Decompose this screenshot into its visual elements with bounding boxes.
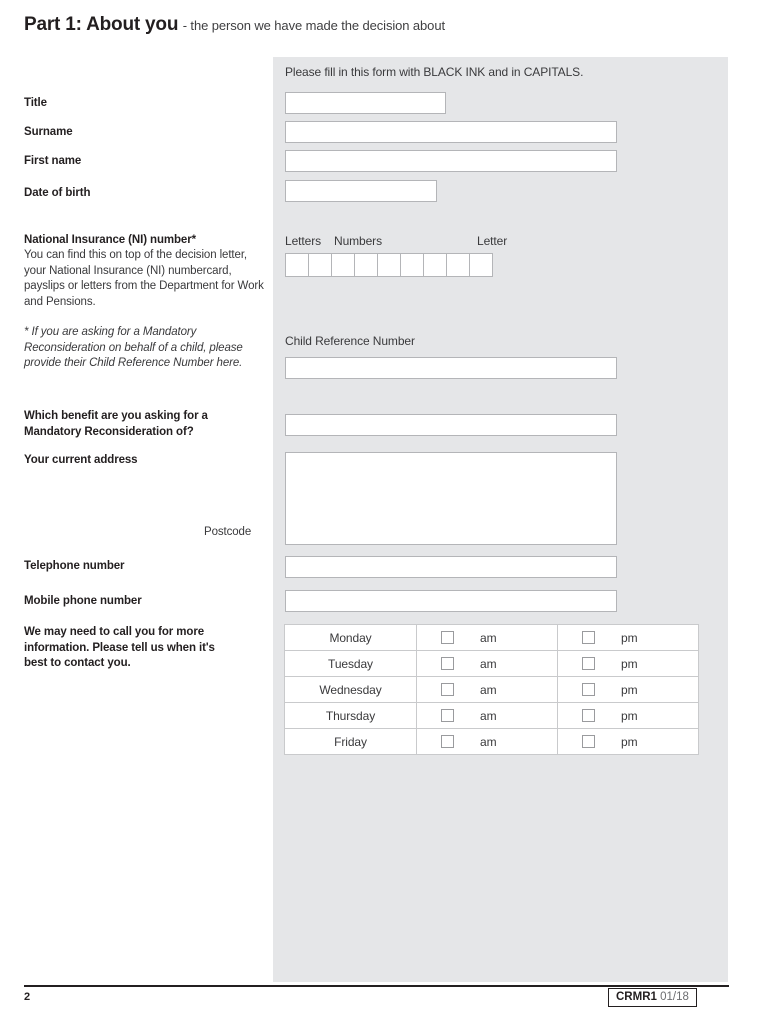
checkbox-thursday-pm[interactable] [582, 709, 595, 722]
slot-cell-wednesday-pm: pm [557, 676, 699, 703]
checkbox-thursday-am[interactable] [441, 709, 454, 722]
ni-number-box-4[interactable] [354, 253, 378, 277]
ni-number-box-6[interactable] [400, 253, 424, 277]
form-page: Part 1: About you - the person we have m… [0, 0, 770, 1024]
mobile-label: Mobile phone number [24, 595, 142, 607]
telephone-label: Telephone number [24, 560, 125, 572]
contact-times-label-line2: information. Please tell us when it's [24, 641, 215, 654]
checkbox-monday-am[interactable] [441, 631, 454, 644]
table-row: Thursday am pm [284, 702, 699, 729]
ni-number-boxes[interactable] [285, 253, 493, 277]
table-row: Friday am pm [284, 728, 699, 755]
day-label-friday: Friday [284, 728, 417, 755]
slot-cell-thursday-am: am [416, 702, 558, 729]
slot-cell-monday-pm: pm [557, 624, 699, 651]
page-subtitle: - the person we have made the decision a… [182, 18, 445, 33]
ni-number-label: National Insurance (NI) number* [24, 234, 196, 246]
slot-cell-wednesday-am: am [416, 676, 558, 703]
checkbox-tuesday-am[interactable] [441, 657, 454, 670]
form-version: 01/18 [660, 991, 689, 1003]
slot-cell-tuesday-am: am [416, 650, 558, 677]
page-title: Part 1: About you [24, 14, 179, 35]
table-row: Monday am pm [284, 624, 699, 651]
slot-cell-thursday-pm: pm [557, 702, 699, 729]
checkbox-friday-pm[interactable] [582, 735, 595, 748]
ni-letters-label: Letters [285, 234, 321, 248]
table-row: Wednesday am pm [284, 676, 699, 703]
slot-label-am: am [480, 734, 497, 749]
slot-cell-monday-am: am [416, 624, 558, 651]
first-name-label: First name [24, 155, 82, 167]
title-label: Title [24, 97, 47, 109]
first-name-input[interactable] [285, 150, 617, 172]
ni-number-box-9[interactable] [469, 253, 493, 277]
table-row: Tuesday am pm [284, 650, 699, 677]
benefit-input[interactable] [285, 414, 617, 436]
slot-label-pm: pm [621, 708, 638, 723]
slot-cell-friday-am: am [416, 728, 558, 755]
checkbox-wednesday-am[interactable] [441, 683, 454, 696]
contact-times-label-line3: best to contact you. [24, 657, 131, 669]
ni-number-box-1[interactable] [285, 253, 309, 277]
slot-label-pm: pm [621, 630, 638, 645]
fill-in-instruction: Please fill in this form with BLACK INK … [285, 65, 584, 79]
surname-input[interactable] [285, 121, 617, 143]
day-label-wednesday: Wednesday [284, 676, 417, 703]
date-of-birth-label: Date of birth [24, 187, 91, 199]
page-number: 2 [24, 991, 31, 1003]
child-reference-number-input[interactable] [285, 357, 617, 379]
ni-number-box-5[interactable] [377, 253, 401, 277]
ni-letter-label: Letter [477, 234, 508, 248]
ni-number-box-7[interactable] [423, 253, 447, 277]
contact-times-table: Monday am pm Tuesday am pm Wednesday am pm Thursd… [284, 624, 699, 755]
benefit-label-line2: Mandatory Reconsideration of? [24, 425, 194, 438]
ni-number-box-3[interactable] [331, 253, 355, 277]
slot-label-am: am [480, 708, 497, 723]
benefit-label-line1: Which benefit are you asking for a [24, 410, 208, 422]
surname-label: Surname [24, 126, 73, 138]
form-code-badge: CRMR1 01/18 [608, 988, 697, 1007]
slot-label-am: am [480, 630, 497, 645]
checkbox-monday-pm[interactable] [582, 631, 595, 644]
checkbox-tuesday-pm[interactable] [582, 657, 595, 670]
day-label-thursday: Thursday [284, 702, 417, 729]
telephone-input[interactable] [285, 556, 617, 578]
day-label-monday: Monday [284, 624, 417, 651]
ni-number-help: You can find this on top of the decision… [24, 249, 264, 308]
ni-numbers-label: Numbers [334, 234, 382, 248]
footer-divider [24, 985, 729, 987]
title-input[interactable] [285, 92, 446, 114]
contact-times-label-line1: We may need to call you for more [24, 626, 204, 638]
slot-label-am: am [480, 682, 497, 697]
child-reference-number-label: Child Reference Number [285, 334, 415, 348]
form-code: CRMR1 [616, 991, 657, 1003]
mobile-input[interactable] [285, 590, 617, 612]
day-label-tuesday: Tuesday [284, 650, 417, 677]
address-label: Your current address [24, 454, 138, 466]
checkbox-friday-am[interactable] [441, 735, 454, 748]
date-of-birth-input[interactable] [285, 180, 437, 202]
slot-label-pm: pm [621, 682, 638, 697]
ni-number-box-2[interactable] [308, 253, 332, 277]
checkbox-wednesday-pm[interactable] [582, 683, 595, 696]
page-header: Part 1: About you - the person we have m… [24, 14, 724, 36]
ni-number-box-8[interactable] [446, 253, 470, 277]
postcode-label: Postcode [204, 526, 252, 538]
slot-label-pm: pm [621, 656, 638, 671]
address-textarea[interactable] [285, 452, 617, 545]
ni-number-footnote: * If you are asking for a Mandatory Reco… [24, 326, 243, 369]
slot-cell-tuesday-pm: pm [557, 650, 699, 677]
slot-cell-friday-pm: pm [557, 728, 699, 755]
slot-label-pm: pm [621, 734, 638, 749]
slot-label-am: am [480, 656, 497, 671]
